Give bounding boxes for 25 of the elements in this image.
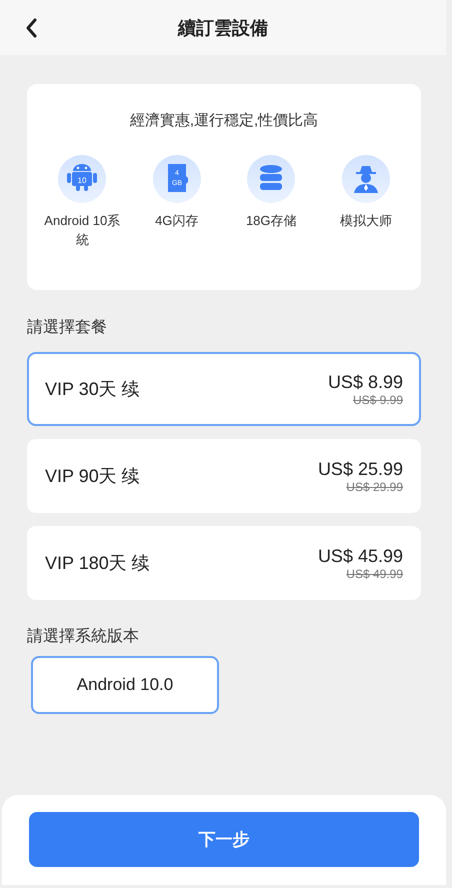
next-button[interactable]: 下一步 xyxy=(29,812,419,867)
feature-label: 模拟大师 xyxy=(340,213,392,228)
robot-icon: 10 xyxy=(58,155,106,203)
plan-price: US$ 8.99 xyxy=(328,370,403,392)
plan-option[interactable]: VIP 90天 续 US$ 25.99 US$ 29.99 xyxy=(27,439,421,513)
feature-label: Android 10系統 xyxy=(44,213,120,247)
plan-price: US$ 25.99 xyxy=(318,458,403,480)
feature-label: 18G存储 xyxy=(246,213,297,228)
plan-name: VIP 90天 续 xyxy=(45,464,140,488)
version-option[interactable]: Android 10.0 xyxy=(31,656,219,714)
database-icon xyxy=(247,155,296,203)
section-label: 請選擇系統版本 xyxy=(27,628,139,645)
plan-option[interactable]: VIP 30天 续 US$ 8.99 US$ 9.99 xyxy=(27,352,421,426)
original-price: US$ 49.99 xyxy=(346,566,403,582)
person-hat-icon xyxy=(342,155,390,203)
plan-price: US$ 45.99 xyxy=(318,544,403,566)
plan-name: VIP 180天 续 xyxy=(45,552,150,574)
page-title: 續訂雲設備 xyxy=(178,16,268,40)
plan-name: VIP 30天 续 xyxy=(45,378,140,400)
plan-option[interactable]: VIP 180天 续 US$ 45.99 US$ 49.99 xyxy=(27,526,421,600)
feature-label: 4G闪存 xyxy=(155,213,198,228)
card-headline: 經濟實惠,運行穩定,性價比高 xyxy=(130,112,318,129)
original-price: US$ 9.99 xyxy=(352,392,403,408)
original-price: US$ 29.99 xyxy=(346,480,403,494)
section-label: 請選擇套餐 xyxy=(27,319,107,336)
